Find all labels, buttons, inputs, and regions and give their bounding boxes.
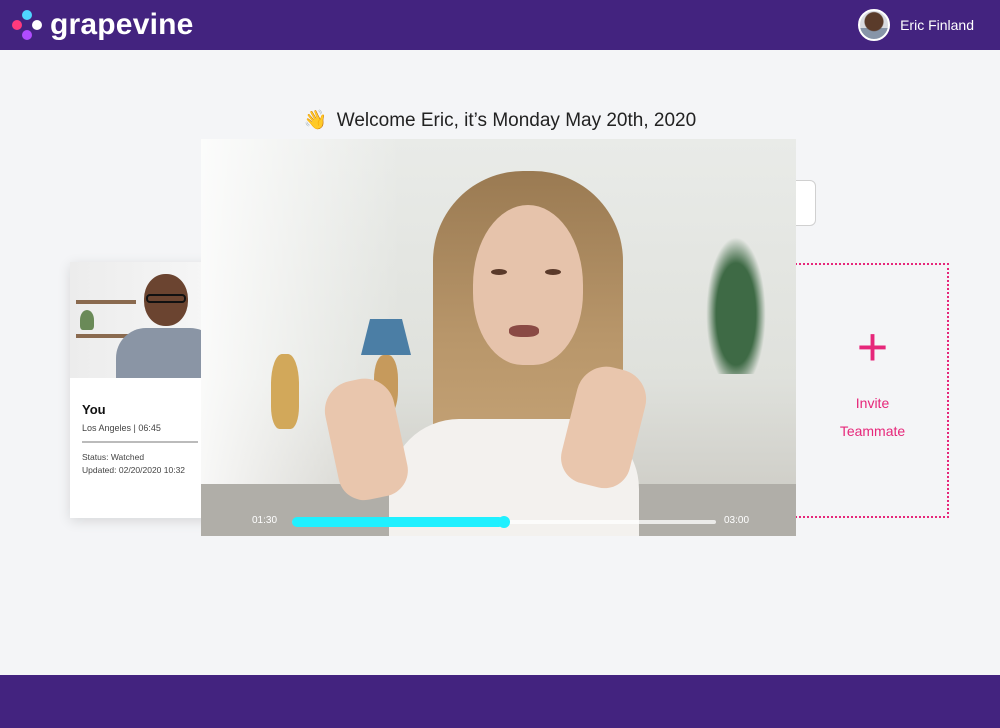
video-player[interactable]: 01:30 03:00 [201,139,796,536]
bottom-bar [0,675,1000,728]
user-name[interactable]: Eric Finland [900,17,974,33]
welcome-text: Welcome Eric, it’s Monday May 20th, 2020 [336,110,697,131]
user-avatar[interactable] [858,9,891,41]
progress-handle[interactable] [498,516,510,528]
current-time: 01:30 [252,515,278,526]
top-bar: grapevine Eric Finland [0,0,1000,50]
progress-bar[interactable] [292,516,716,528]
invite-teammate-button[interactable]: + Invite Teammate [770,263,949,518]
grapevine-logo-icon [12,10,42,40]
progress-fill [292,517,504,527]
invite-label: Invite Teammate [839,395,906,439]
you-title: You [82,402,106,417]
welcome-message: 👋 Welcome Eric, it’s Monday May 20th, 20… [0,108,1000,132]
you-status: Status: Watched [82,452,145,462]
you-avatar-photo [70,262,220,378]
plus-icon: + [856,317,889,377]
brand-logo[interactable]: grapevine [12,8,194,42]
divider [82,441,198,443]
brand-name: grapevine [50,8,194,41]
you-card[interactable]: You Los Angeles | 06:45 Status: Watched … [70,262,220,518]
duration: 03:00 [724,515,750,526]
you-updated: Updated: 02/20/2020 10:32 [82,465,186,475]
player-controls: 01:30 03:00 [201,509,796,533]
waving-hand-icon: 👋 [303,110,328,131]
user-menu[interactable]: Eric Finland [858,9,974,41]
you-location: Los Angeles | 06:45 [82,423,161,433]
